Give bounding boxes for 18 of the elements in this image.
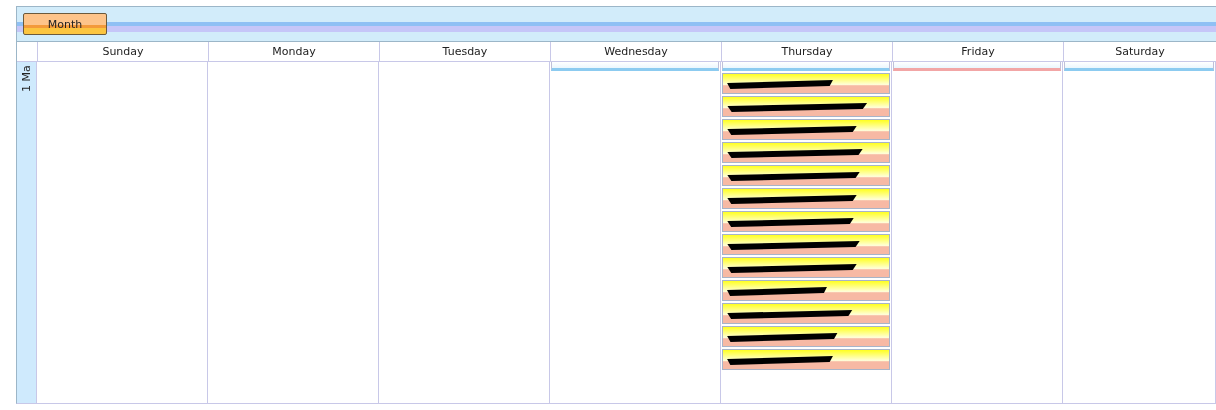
appointment[interactable] <box>722 165 890 186</box>
day-header: Monday <box>208 42 379 62</box>
appointment[interactable] <box>722 349 890 370</box>
week-header: 1 Ma <box>17 62 37 403</box>
day-header: Tuesday <box>379 42 550 62</box>
appointment[interactable] <box>722 303 890 324</box>
appointment[interactable] <box>722 234 890 255</box>
appointment[interactable] <box>722 188 890 209</box>
appointment[interactable] <box>722 326 890 347</box>
appointment[interactable] <box>722 257 890 278</box>
appointment[interactable] <box>722 119 890 140</box>
month-view-button[interactable]: Month <box>23 13 107 35</box>
appointment[interactable] <box>722 142 890 163</box>
day-header: Sunday <box>37 42 208 62</box>
appointment[interactable] <box>722 280 890 301</box>
appointment[interactable] <box>722 73 890 94</box>
appointment[interactable] <box>722 96 890 117</box>
appointment[interactable] <box>722 211 890 232</box>
